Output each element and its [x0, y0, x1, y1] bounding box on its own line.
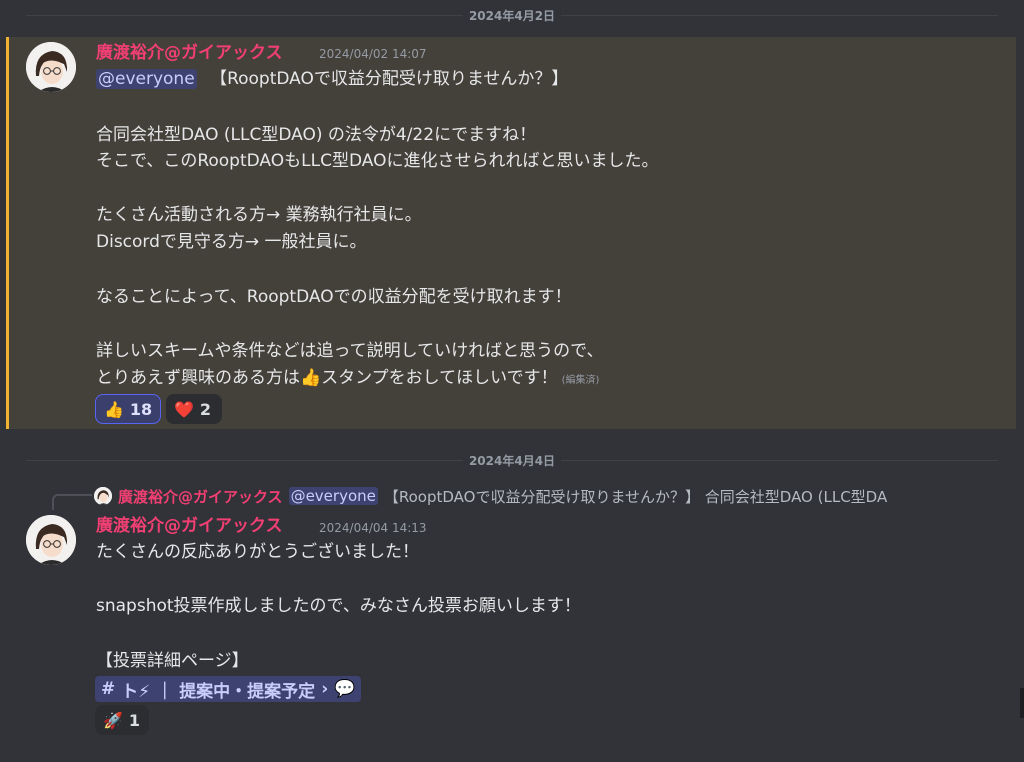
message-username[interactable]: 廣渡裕介@ガイアックス — [96, 515, 283, 537]
message-timestamp: 2024/04/04 14:13 — [319, 521, 427, 535]
rocket-icon: 🚀 — [103, 710, 123, 730]
edited-label: (編集済) — [561, 375, 600, 386]
scrollbar[interactable] — [1020, 688, 1024, 718]
reaction-rocket[interactable]: 🚀 1 — [95, 705, 149, 735]
message-line: とりあえず興味のある方は👍スタンプをおしてほしいです！ (編集済) — [96, 367, 599, 392]
message-line: 詳しいスキームや条件などは追って説明していければと思うので、 — [96, 341, 604, 361]
thumbs-up-emoji: 👍 — [300, 368, 322, 388]
date-divider: 2024年4月4日 — [26, 452, 998, 470]
message-text: 【RooptDAOで収益分配受け取りませんか？】 — [210, 69, 569, 89]
date-divider-label: 2024年4月4日 — [462, 452, 562, 470]
channel-name: ト⚡ — [121, 681, 151, 702]
date-divider: 2024年4月2日 — [26, 7, 998, 25]
reaction-thumbs-up[interactable]: 👍 18 — [95, 394, 161, 424]
message-username[interactable]: 廣渡裕介@ガイアックス — [96, 42, 283, 64]
reply-mention[interactable]: @everyone — [288, 487, 378, 505]
heart-icon: ❤️ — [174, 399, 194, 419]
avatar-illustration — [26, 515, 76, 565]
reply-text[interactable]: 【RooptDAOで収益分配受け取りませんか？】 合同会社型DAO (LLC型D… — [384, 486, 887, 507]
reaction-count: 18 — [129, 399, 153, 419]
message-text: スタンプをおしてほしいです！ — [321, 368, 558, 388]
avatar-illustration — [26, 42, 76, 92]
message-line: 【投票詳細ページ】 — [96, 651, 249, 671]
reply-preview[interactable]: 廣渡裕介@ガイアックス @everyone 【RooptDAOで収益分配受け取り… — [94, 486, 887, 506]
reaction-count: 2 — [199, 399, 212, 419]
thread-bubble-icon: 💬 — [334, 679, 356, 699]
avatar[interactable] — [26, 515, 76, 565]
message-line: snapshot投票作成しましたので、みなさん投票お願いします！ — [96, 596, 581, 616]
hash-icon: # — [101, 679, 116, 699]
message-timestamp: 2024/04/02 14:07 — [319, 47, 427, 61]
message-line: 合同会社型DAO (LLC型DAO) の法令が4/22にでますね！ — [96, 125, 537, 145]
message-line: なることによって、RooptDAOでの収益分配を受け取れます！ — [96, 287, 572, 307]
message-line: @everyone 【RooptDAOで収益分配受け取りませんか？】 — [96, 68, 568, 90]
message-line: たくさんの反応ありがとうございました！ — [96, 542, 419, 562]
message-line: そこで、このRooptDAOもLLC型DAOに進化させられればと思いました。 — [96, 151, 659, 171]
everyone-mention[interactable]: @everyone — [96, 69, 197, 89]
reply-username[interactable]: 廣渡裕介@ガイアックス — [118, 486, 283, 507]
message-line: Discordで見守る方→ 一般社員に。 — [96, 232, 367, 252]
reaction-count: 1 — [128, 710, 141, 730]
reply-spine — [52, 494, 92, 510]
thread-name: 提案中・提案予定 — [179, 681, 316, 702]
chevron-right-icon: › — [321, 679, 329, 699]
channel-separator: ｜ — [156, 681, 174, 702]
channel-link[interactable]: # ト⚡ ｜ 提案中・提案予定 › 💬 — [95, 676, 362, 702]
avatar[interactable] — [26, 42, 76, 92]
reply-avatar — [94, 487, 112, 505]
message-text: とりあえず興味のある方は — [96, 368, 300, 388]
thumbs-up-icon: 👍 — [104, 399, 124, 419]
reaction-heart[interactable]: ❤️ 2 — [166, 394, 222, 424]
avatar-illustration — [94, 487, 112, 505]
date-divider-label: 2024年4月2日 — [462, 7, 562, 25]
message-line: たくさん活動される方→ 業務執行社員に。 — [96, 205, 422, 225]
